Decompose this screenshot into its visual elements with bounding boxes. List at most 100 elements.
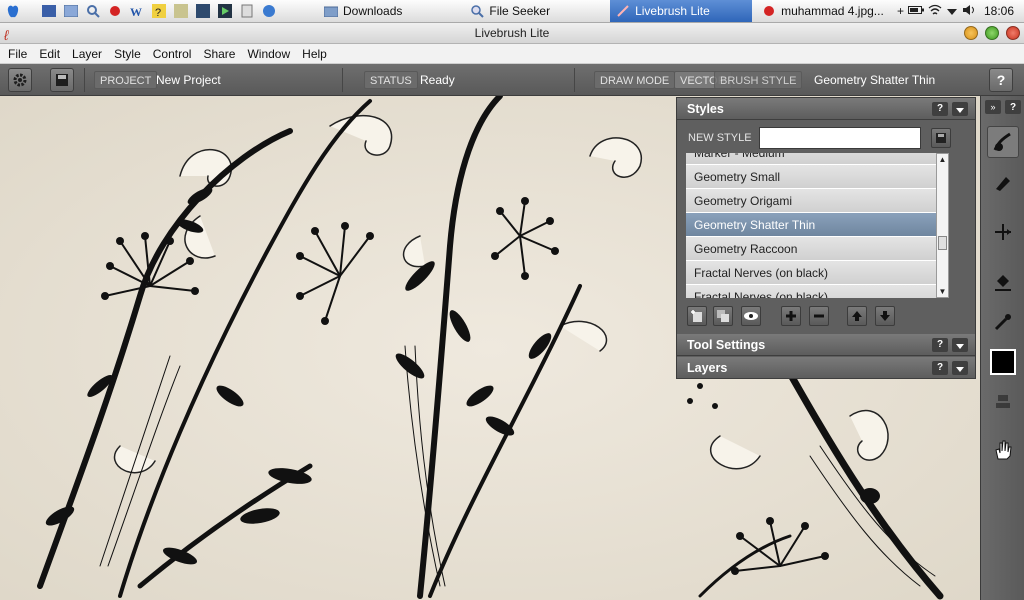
fill-tool-button[interactable] <box>987 266 1019 298</box>
scroll-up-arrow-icon[interactable]: ▲ <box>937 154 948 165</box>
media-launcher-icon[interactable] <box>216 3 234 19</box>
stamp-tool-button[interactable] <box>987 386 1019 418</box>
layers-help-button[interactable]: ? <box>932 361 948 375</box>
brush-icon <box>993 132 1011 151</box>
styles-help-button[interactable]: ? <box>932 102 948 116</box>
plus-icon <box>786 311 796 321</box>
task-image-viewer[interactable]: muhammad 4.jpg... <box>756 0 890 22</box>
new-style-input[interactable] <box>759 127 921 149</box>
settings-button[interactable] <box>8 68 32 92</box>
gear-icon <box>13 73 27 87</box>
maximize-button[interactable] <box>985 26 999 40</box>
apple-menu-icon[interactable] <box>4 3 22 19</box>
project-name[interactable]: New Project <box>156 71 221 89</box>
new-style-label: NEW STYLE <box>688 132 752 144</box>
save-button[interactable] <box>50 68 74 92</box>
minimize-button[interactable] <box>964 26 978 40</box>
expand-panels-button[interactable]: » <box>985 100 1001 114</box>
preview-style-button[interactable] <box>741 306 761 326</box>
floppy-disk-icon <box>56 74 68 86</box>
task-file-seeker[interactable]: File Seeker <box>464 0 556 22</box>
download-icon[interactable] <box>946 4 958 19</box>
new-style-from-file-button[interactable] <box>687 306 707 326</box>
styles-panel: Styles ? NEW STYLE Marker - Medium Geome… <box>676 97 976 379</box>
list-item-selected[interactable]: Geometry Shatter Thin <box>686 213 936 237</box>
paint-launcher-icon[interactable] <box>106 3 124 19</box>
scrollbar-thumb[interactable] <box>938 236 947 250</box>
task-label: File Seeker <box>489 4 551 18</box>
add-style-button[interactable] <box>781 306 801 326</box>
move-style-up-button[interactable] <box>847 306 867 326</box>
duplicate-style-button[interactable] <box>713 306 733 326</box>
layers-panel-header[interactable]: Layers ? <box>677 357 975 379</box>
list-item[interactable]: Geometry Origami <box>686 189 936 213</box>
brush-tool-button[interactable] <box>987 126 1019 158</box>
search-icon <box>470 4 485 18</box>
remove-style-button[interactable] <box>809 306 829 326</box>
search-launcher-icon[interactable] <box>84 3 102 19</box>
list-item[interactable]: Geometry Raccoon <box>686 237 936 261</box>
task-livebrush-lite[interactable]: Livebrush Lite <box>610 0 753 22</box>
draw-mode-label: DRAW MODE <box>594 71 676 89</box>
chevron-down-icon <box>956 367 964 372</box>
list-item[interactable]: Geometry Small <box>686 165 936 189</box>
wifi-icon[interactable] <box>928 4 942 19</box>
brush-style-value[interactable]: Geometry Shatter Thin <box>814 71 935 89</box>
taskbar-overflow-button[interactable]: + <box>897 4 904 18</box>
tool-settings-panel-header[interactable]: Tool Settings ? <box>677 334 975 356</box>
help-launcher-icon[interactable]: ? <box>150 3 168 19</box>
browser-launcher-icon[interactable] <box>260 3 278 19</box>
notes-launcher-icon[interactable] <box>172 3 190 19</box>
hand-tool-button[interactable] <box>987 434 1019 466</box>
list-item[interactable]: Marker - Medium <box>686 153 936 165</box>
volume-icon[interactable] <box>962 4 976 19</box>
divider <box>84 68 85 92</box>
layers-expand-button[interactable] <box>952 361 968 375</box>
tool-settings-title: Tool Settings <box>687 338 766 352</box>
styles-panel-title: Styles <box>687 102 724 116</box>
file-manager-launcher-icon[interactable] <box>62 3 80 19</box>
styles-collapse-button[interactable] <box>952 102 968 116</box>
menu-file[interactable]: File <box>0 47 33 61</box>
tool-settings-help-button[interactable]: ? <box>932 338 948 352</box>
task-downloads[interactable]: Downloads <box>318 0 408 22</box>
styles-panel-header[interactable]: Styles ? <box>677 98 975 120</box>
color-swatch[interactable] <box>987 346 1019 378</box>
settings-launcher-icon[interactable] <box>238 3 256 19</box>
menu-style[interactable]: Style <box>108 47 147 61</box>
menu-control[interactable]: Control <box>147 47 198 61</box>
scroll-down-arrow-icon[interactable]: ▼ <box>937 286 948 297</box>
menu-edit[interactable]: Edit <box>33 47 66 61</box>
menu-bar: File Edit Layer Style Control Share Wind… <box>0 44 1024 64</box>
window-titlebar: ℓ Livebrush Lite <box>0 23 1024 44</box>
list-item[interactable]: Fractal Nerves (on black) <box>686 285 936 298</box>
menu-layer[interactable]: Layer <box>66 47 108 61</box>
pen-tool-button[interactable] <box>987 166 1019 198</box>
arrow-up-icon <box>852 311 862 321</box>
book-launcher-icon[interactable] <box>194 3 212 19</box>
divider <box>574 68 575 92</box>
eyedropper-tool-button[interactable] <box>987 306 1019 338</box>
terminal-launcher-icon[interactable] <box>40 3 58 19</box>
move-style-down-button[interactable] <box>875 306 895 326</box>
clock[interactable]: 18:06 <box>984 4 1014 18</box>
menu-share[interactable]: Share <box>197 47 241 61</box>
help-button[interactable]: ? <box>989 68 1013 92</box>
tool-settings-expand-button[interactable] <box>952 338 968 352</box>
writer-launcher-icon[interactable]: W <box>128 3 146 19</box>
strip-help-button[interactable]: ? <box>1005 100 1021 114</box>
styles-scrollbar[interactable]: ▲ ▼ <box>936 153 949 298</box>
battery-icon[interactable] <box>907 4 924 18</box>
livebrush-icon <box>616 4 630 18</box>
transform-tool-button[interactable] <box>987 216 1019 248</box>
window-title: Livebrush Lite <box>474 26 550 40</box>
list-item[interactable]: Fractal Nerves (on black) <box>686 261 936 285</box>
close-button[interactable] <box>1006 26 1020 40</box>
menu-help[interactable]: Help <box>296 47 333 61</box>
divider <box>342 68 343 92</box>
menu-window[interactable]: Window <box>241 47 296 61</box>
save-style-button[interactable] <box>931 128 951 148</box>
duplicate-icon <box>717 310 729 322</box>
eye-icon <box>744 312 758 320</box>
task-label: Downloads <box>343 4 403 18</box>
